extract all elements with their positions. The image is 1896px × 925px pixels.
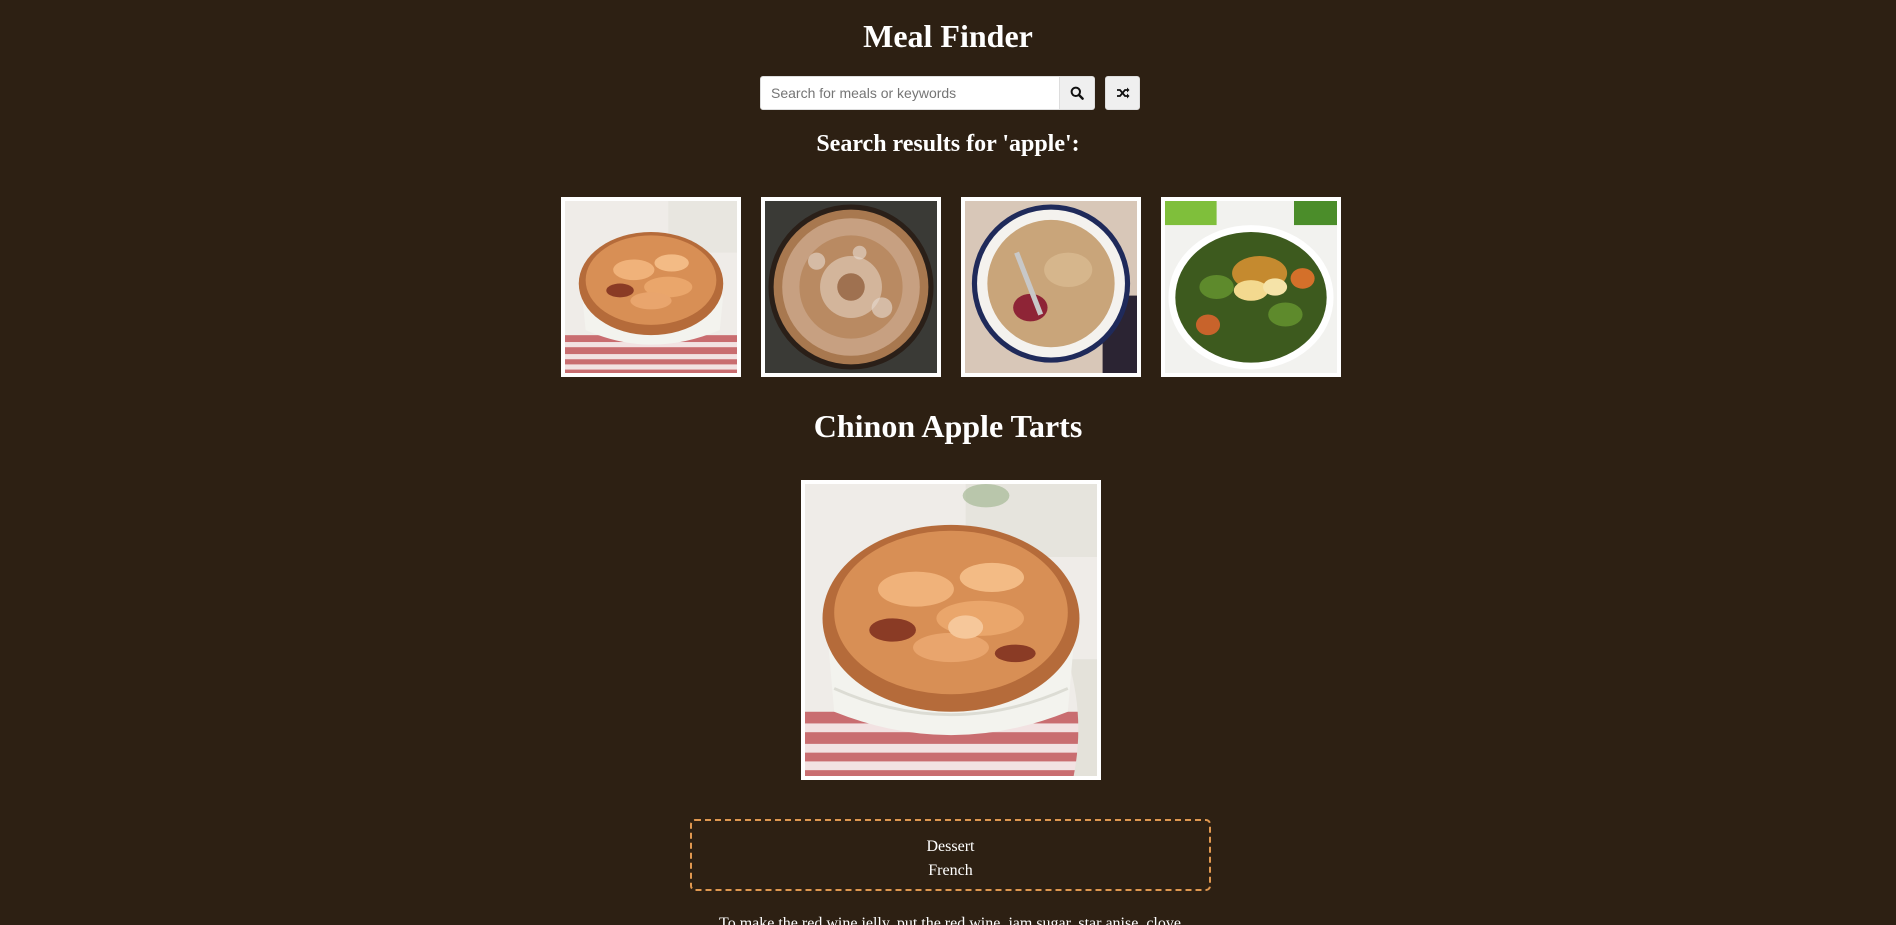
meal-card-apple-crumble[interactable]: [961, 197, 1141, 377]
meal-card-apple-tart[interactable]: [561, 197, 741, 377]
meals-grid: [561, 197, 1341, 377]
meal-finder-page: Meal Finder Search results for 'apple':: [0, 0, 1896, 925]
search-button[interactable]: [1060, 76, 1095, 110]
meal-instructions: To make the red wine jelly, put the red …: [719, 915, 1181, 925]
meal-area: French: [928, 862, 973, 879]
meal-card-apple-frangipan-tart[interactable]: [761, 197, 941, 377]
apple-tart-photo: [565, 201, 737, 373]
meal-photo: [801, 480, 1101, 780]
results-heading: Search results for 'apple':: [816, 131, 1080, 157]
sugared-apple-tart-photo: [765, 201, 937, 373]
random-meal-button[interactable]: [1105, 76, 1140, 110]
search-row: [760, 76, 1140, 110]
apple-vegetable-photo: [1165, 201, 1337, 373]
meal-card-apple-vegetable-dish[interactable]: [1161, 197, 1341, 377]
search-icon: [1070, 86, 1084, 100]
apple-crumble-photo: [965, 201, 1137, 373]
meal-category: Dessert: [926, 838, 975, 855]
search-input[interactable]: [760, 76, 1060, 110]
page-title: Meal Finder: [863, 18, 1033, 54]
meal-info: Dessert French: [690, 819, 1211, 891]
meal-title: Chinon Apple Tarts: [813, 408, 1083, 444]
apple-tart-photo: [805, 484, 1097, 776]
random-icon: [1116, 87, 1129, 99]
search-form: [760, 76, 1095, 110]
